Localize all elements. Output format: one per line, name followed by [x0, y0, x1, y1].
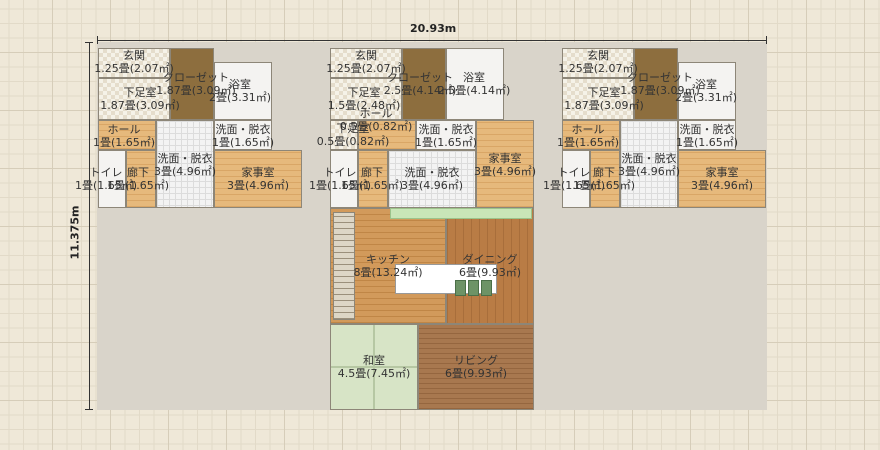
room-area: 1.87畳(3.09㎡) — [564, 99, 644, 112]
room-name: 廊下 — [592, 166, 615, 179]
room-name: 洗面・脱衣 — [418, 123, 474, 136]
width-dimension-tick-left — [97, 36, 98, 44]
room-name: 家事室 — [488, 152, 522, 165]
room-name: 洗面・脱衣 — [157, 152, 213, 165]
room-label-u1-corridor: 廊下 1畳(1.65㎡) — [107, 166, 169, 192]
room-label-u3-corridor: 廊下 1畳(1.65㎡) — [573, 166, 635, 192]
room-label-u1-utility: 家事室 3畳(4.96㎡) — [227, 166, 289, 192]
kitchen-cabinet-strip — [390, 208, 532, 219]
dining-chair-1[interactable] — [455, 280, 466, 296]
room-label-u2-utility: 家事室 3畳(4.96㎡) — [474, 152, 536, 178]
room-area: 2.5畳(4.14㎡) — [437, 84, 511, 97]
room-area: 1畳(1.65㎡) — [556, 136, 620, 149]
room-label-u1-shoes: 下足室 1.87畳(3.09㎡) — [100, 86, 180, 112]
room-area: 4.5畳(7.45㎡) — [337, 367, 411, 380]
room-area: 2畳(3.31㎡) — [208, 91, 272, 104]
room-label-u2-living: リビング 6畳(9.93㎡) — [445, 354, 507, 380]
room-area: 1畳(1.65㎡) — [340, 179, 404, 192]
room-label-u2-wash1: 洗面・脱衣 1畳(1.65㎡) — [415, 123, 477, 149]
room-name: 玄関 — [354, 49, 377, 62]
room-name: 洗面・脱衣 — [215, 123, 271, 136]
room-name: 洗面・脱衣 — [404, 166, 460, 179]
room-area: 3畳(4.96㎡) — [473, 165, 537, 178]
room-name: ホール — [107, 123, 141, 136]
room-name: 玄関 — [122, 49, 145, 62]
room-name: 玄関 — [586, 49, 609, 62]
room-name: 廊下 — [126, 166, 149, 179]
room-name: ダイニング — [462, 253, 518, 266]
room-area: 3畳(4.96㎡) — [400, 179, 464, 192]
height-dimension-label: 11.375m — [68, 205, 82, 260]
height-dimension-tick-bottom — [85, 409, 93, 410]
room-area: 1.87畳(3.09㎡) — [100, 99, 180, 112]
width-dimension-tick-right — [766, 36, 767, 44]
room-name: 廊下 — [360, 166, 383, 179]
room-name: 下足室 — [587, 86, 621, 99]
room-name: ホール — [359, 107, 393, 120]
dining-chair-3[interactable] — [481, 280, 492, 296]
room-label-u2-corridor: 廊下 1畳(1.65㎡) — [341, 166, 403, 192]
room-area: 1畳(1.65㎡) — [414, 136, 478, 149]
room-label-u1-hall: ホール 1畳(1.65㎡) — [93, 123, 155, 149]
room-label-u3-shoes: 下足室 1.87畳(3.09㎡) — [564, 86, 644, 112]
room-name: ホール — [571, 123, 605, 136]
floor-plan-canvas[interactable]: 20.93m 11.375m 玄関1.25畳(2.07㎡) クローゼット1. — [0, 0, 880, 450]
room-area: 1畳(1.65㎡) — [211, 136, 275, 149]
room-area: 6畳(9.93㎡) — [444, 367, 508, 380]
height-dimension-tick-top — [85, 42, 93, 43]
room-name: 洗面・脱衣 — [679, 123, 735, 136]
room-name: 浴室 — [462, 71, 485, 84]
room-label-u2-bath: 浴室 2.5畳(4.14㎡) — [438, 71, 511, 97]
room-area: 3畳(4.96㎡) — [690, 179, 754, 192]
room-area: 8畳(13.24㎡) — [353, 266, 423, 279]
room-label-u3-wash1: 洗面・脱衣 1畳(1.65㎡) — [676, 123, 738, 149]
room-label-u3-hall: ホール 1畳(1.65㎡) — [557, 123, 619, 149]
room-area: 2畳(3.31㎡) — [674, 91, 738, 104]
room-name: 下足室 — [347, 86, 381, 99]
room-name: キッチン — [365, 253, 410, 266]
room-name: 家事室 — [705, 166, 739, 179]
room-label-u2-kitchen: キッチン 8畳(13.24㎡) — [353, 253, 422, 279]
room-label-u1-wash1: 洗面・脱衣 1畳(1.65㎡) — [212, 123, 274, 149]
room-area: 3畳(4.96㎡) — [226, 179, 290, 192]
room-area: 6畳(9.93㎡) — [458, 266, 522, 279]
height-dimension-line — [89, 42, 90, 410]
room-area: 0.5畳(0.82㎡) — [316, 135, 390, 148]
room-name: 家事室 — [241, 166, 275, 179]
room-name: 浴室 — [228, 78, 251, 91]
room-label-u2-washitsu: 和室 4.5畳(7.45㎡) — [338, 354, 411, 380]
room-label-u3-bath: 浴室 2畳(3.31㎡) — [675, 78, 737, 104]
room-name: 和室 — [362, 354, 385, 367]
room-label-u2-dining: ダイニング 6畳(9.93㎡) — [459, 253, 521, 279]
room-name: 下足室 — [336, 122, 370, 135]
room-name: 下足室 — [123, 86, 157, 99]
room-name: リビング — [453, 354, 498, 367]
room-label-u2-wash2: 洗面・脱衣 3畳(4.96㎡) — [401, 166, 463, 192]
room-area: 1畳(1.65㎡) — [106, 179, 170, 192]
room-area: 1畳(1.65㎡) — [92, 136, 156, 149]
stairs — [333, 212, 355, 320]
room-area: 1畳(1.65㎡) — [572, 179, 636, 192]
room-label-u2-shoes2: 下足室 0.5畳(0.82㎡) — [317, 122, 390, 148]
room-label-u3-utility: 家事室 3畳(4.96㎡) — [691, 166, 753, 192]
width-dimension-label: 20.93m — [410, 22, 457, 35]
room-label-u1-bath: 浴室 2畳(3.31㎡) — [209, 78, 271, 104]
room-name: 浴室 — [694, 78, 717, 91]
dining-chair-2[interactable] — [468, 280, 479, 296]
room-area: 1畳(1.65㎡) — [675, 136, 739, 149]
width-dimension-line — [97, 40, 767, 41]
room-name: 洗面・脱衣 — [621, 152, 677, 165]
